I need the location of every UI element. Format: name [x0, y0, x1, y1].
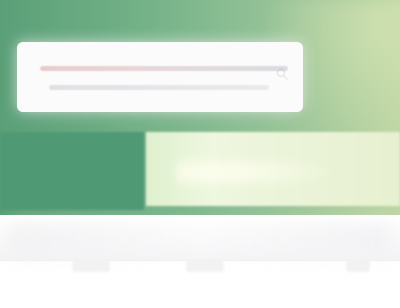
page: { "search": { "placeholder": "" }, "colo… — [0, 0, 400, 308]
promo-highlight — [176, 154, 346, 190]
footer-item-right[interactable] — [346, 260, 370, 272]
left-content-panel — [0, 132, 144, 210]
search-icon[interactable] — [275, 67, 289, 81]
footer-item-center[interactable] — [186, 260, 224, 272]
footer-shadow — [10, 224, 390, 256]
search-card[interactable] — [17, 42, 303, 112]
search-input[interactable] — [17, 42, 303, 112]
footer-item-left[interactable] — [72, 260, 110, 272]
